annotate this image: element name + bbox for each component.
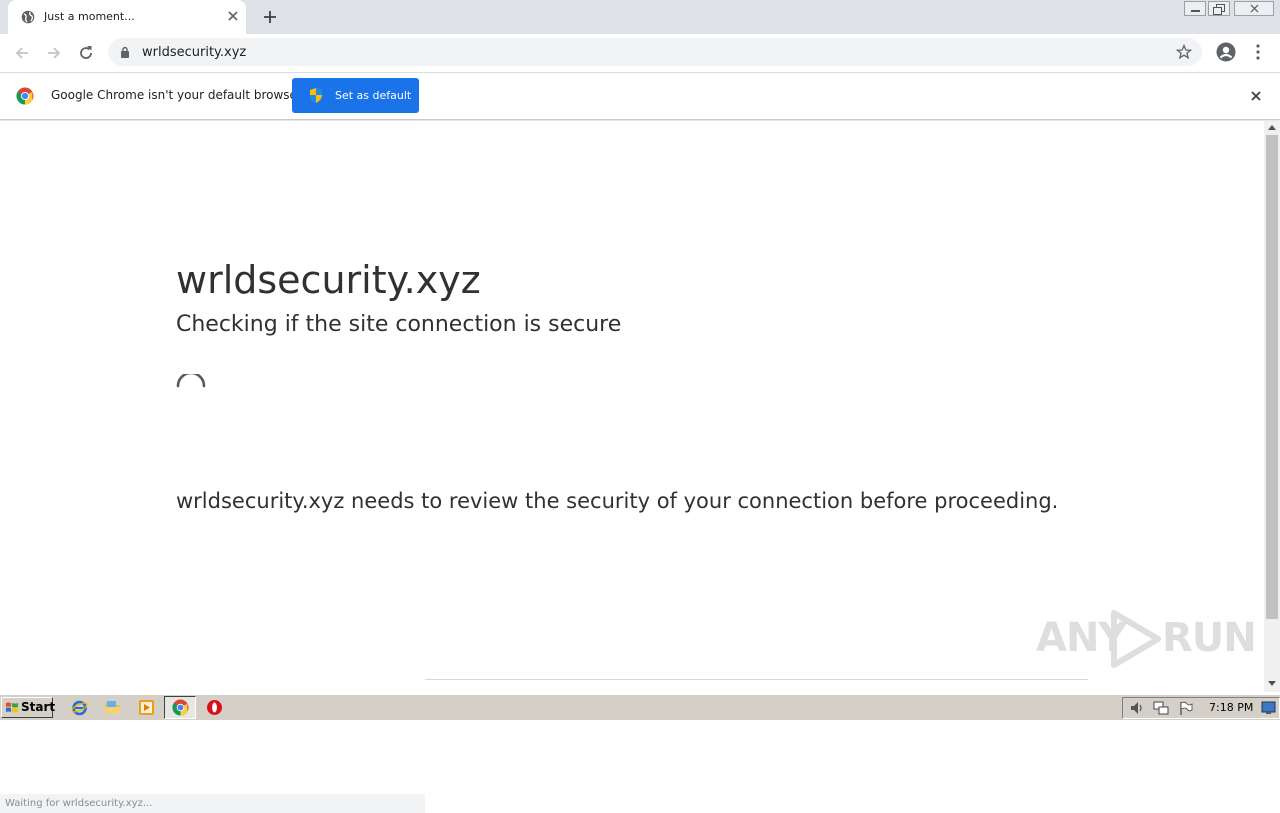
ie-icon[interactable] (71, 699, 88, 716)
menu-icon[interactable] (1250, 42, 1266, 62)
start-button[interactable]: Start (1, 697, 56, 718)
default-browser-infobar: Google Chrome isn't your default browser… (0, 72, 1280, 120)
chrome-icon (16, 87, 34, 105)
divider (425, 679, 1088, 680)
close-icon[interactable] (1249, 89, 1263, 103)
tab-title: Just a moment... (44, 10, 135, 23)
system-tray: 7:18 PM (1122, 697, 1280, 719)
plus-icon[interactable] (260, 7, 280, 27)
page-content: wrldsecurity.xyz Checking if the site co… (0, 121, 1264, 813)
shield-icon (310, 88, 322, 103)
forward-icon[interactable] (44, 43, 64, 63)
taskbar-chrome-button[interactable] (164, 696, 196, 719)
star-icon[interactable] (1176, 44, 1192, 60)
toolbar: wrldsecurity.xyz (0, 34, 1280, 72)
tab-strip: Just a moment... (0, 0, 1280, 34)
reload-icon[interactable] (76, 43, 96, 63)
spinner-icon (176, 374, 206, 388)
flag-icon[interactable] (1179, 701, 1193, 716)
address-bar[interactable]: wrldsecurity.xyz (108, 38, 1202, 66)
chrome-icon (172, 699, 189, 716)
show-desktop-icon[interactable] (1261, 701, 1276, 715)
taskbar: Start 7:18 PM (0, 694, 1280, 720)
scroll-up-arrow[interactable] (1268, 125, 1276, 130)
profile-icon[interactable] (1216, 42, 1236, 62)
status-bar: Waiting for wrldsecurity.xyz... (0, 794, 425, 813)
back-icon[interactable] (12, 43, 32, 63)
page-body-text: wrldsecurity.xyz needs to review the sec… (176, 489, 1059, 513)
windows-flag-icon (6, 702, 18, 713)
watermark-right: RUN (1162, 615, 1257, 661)
play-icon (1111, 610, 1161, 668)
infobar-message: Google Chrome isn't your default browser (51, 88, 302, 102)
scroll-down-arrow[interactable] (1268, 681, 1276, 686)
media-icon[interactable] (138, 699, 155, 716)
network-icon[interactable] (1153, 701, 1169, 716)
window-close-button[interactable] (1234, 1, 1274, 16)
scrollbar[interactable] (1264, 121, 1280, 692)
url-text[interactable]: wrldsecurity.xyz (142, 45, 246, 60)
set-as-default-label: Set as default (335, 89, 412, 102)
globe-icon (21, 10, 35, 24)
close-icon (1250, 4, 1259, 13)
clock[interactable]: 7:18 PM (1209, 701, 1253, 714)
speaker-icon[interactable] (1129, 701, 1145, 715)
opera-icon[interactable] (206, 699, 223, 716)
tab-active[interactable]: Just a moment... (8, 0, 246, 34)
anyrun-watermark: ANY RUN (1036, 609, 1257, 673)
page-title: wrldsecurity.xyz (176, 258, 481, 302)
page-subtitle: Checking if the site connection is secur… (176, 312, 622, 337)
close-icon[interactable] (226, 9, 240, 23)
set-as-default-button[interactable]: Set as default (292, 78, 419, 113)
minimize-button[interactable] (1184, 1, 1206, 16)
start-label: Start (21, 700, 56, 714)
scroll-thumb[interactable] (1266, 135, 1278, 619)
lock-icon[interactable] (120, 46, 130, 58)
restore-button[interactable] (1208, 1, 1230, 16)
folder-icon[interactable] (104, 699, 121, 716)
